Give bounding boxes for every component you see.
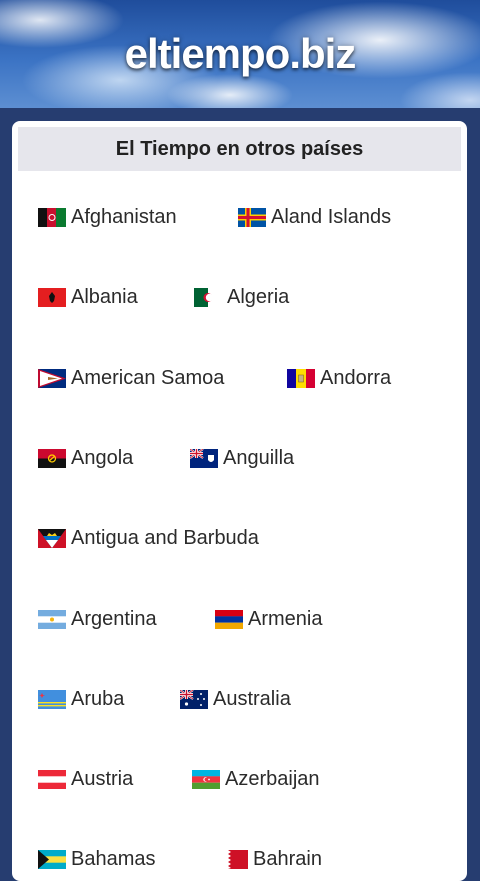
country-link-bahrain[interactable]: Bahrain [220,845,322,873]
antigua-and-barbuda-flag-icon [38,528,66,548]
site-logo[interactable]: eltiempo.biz [0,30,480,78]
country-row: Bahamas Bahrain [12,845,467,873]
country-link-argentina[interactable]: Argentina [38,605,157,633]
country-link-american-samoa[interactable]: American Samoa [38,364,224,392]
country-name: Antigua and Barbuda [71,526,259,549]
country-name: Andorra [320,366,392,389]
country-name: Austria [71,767,134,790]
aland-islands-flag-icon [238,207,266,227]
armenia-flag-icon [215,609,243,629]
country-name: Afghanistan [71,205,177,228]
country-link-albania[interactable]: Albania [38,283,138,311]
country-link-australia[interactable]: Australia [180,685,291,713]
country-name: American Samoa [71,366,225,389]
country-row: Antigua and Barbuda [12,524,467,552]
country-name: Bahamas [71,847,156,870]
country-row: Albania Algeria [12,283,467,311]
country-link-algeria[interactable]: Algeria [194,283,289,311]
american-samoa-flag-icon [38,368,66,388]
australia-flag-icon [180,689,208,709]
country-name: Argentina [71,607,157,630]
country-name: Australia [213,687,291,710]
country-name: Aland Islands [271,205,392,228]
azerbaijan-flag-icon [192,769,220,789]
country-row: Austria Azerbaijan [12,765,467,793]
country-name: Aruba [71,687,125,710]
header-banner: eltiempo.biz [0,0,480,108]
country-link-anguilla[interactable]: Anguilla [190,444,294,472]
country-link-angola[interactable]: Angola [38,444,133,472]
argentina-flag-icon [38,609,66,629]
country-row: Argentina Armenia [12,605,467,633]
country-link-azerbaijan[interactable]: Azerbaijan [192,765,320,793]
anguilla-flag-icon [190,448,218,468]
afghanistan-flag-icon [38,207,66,227]
albania-flag-icon [38,287,66,307]
bahrain-flag-icon [220,849,248,869]
algeria-flag-icon [194,287,222,307]
andorra-flag-icon [287,368,315,388]
country-name: Angola [71,446,134,469]
country-name: Anguilla [223,446,295,469]
country-name: Bahrain [253,847,322,870]
country-link-armenia[interactable]: Armenia [215,605,322,633]
country-row: Aruba Australia [12,685,467,713]
country-link-aruba[interactable]: Aruba [38,685,124,713]
austria-flag-icon [38,769,66,789]
country-link-andorra[interactable]: Andorra [287,364,391,392]
angola-flag-icon [38,448,66,468]
countries-card: El Tiempo en otros países Afghanistan Al… [12,121,467,881]
country-link-aland-islands[interactable]: Aland Islands [238,203,391,231]
country-name: Azerbaijan [225,767,320,790]
country-name: Albania [71,285,138,308]
country-row: American Samoa Andorra [12,364,467,392]
country-link-afghanistan[interactable]: Afghanistan [38,203,177,231]
country-name: Armenia [248,607,323,630]
country-link-antigua-and-barbuda[interactable]: Antigua and Barbuda [38,524,259,552]
country-link-bahamas[interactable]: Bahamas [38,845,156,873]
country-row: Afghanistan Aland Islands [12,203,467,231]
country-row: Angola Anguilla [12,444,467,472]
bahamas-flag-icon [38,849,66,869]
aruba-flag-icon [38,689,66,709]
card-title: El Tiempo en otros países [18,127,461,171]
country-name: Algeria [227,285,290,308]
country-link-austria[interactable]: Austria [38,765,133,793]
